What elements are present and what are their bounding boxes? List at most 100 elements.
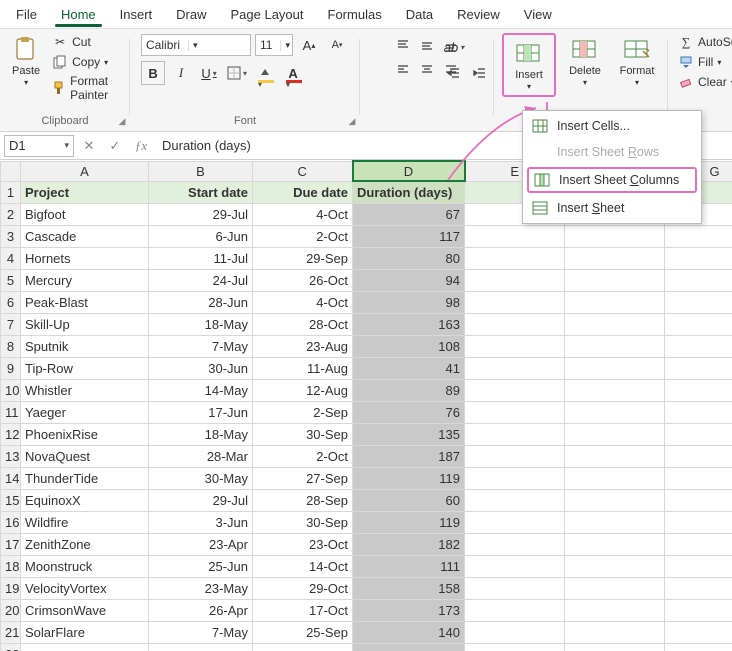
cell[interactable] (565, 577, 665, 599)
cell[interactable]: 140 (353, 621, 465, 643)
cell[interactable]: 119 (353, 467, 465, 489)
cell[interactable]: 23-Oct (253, 533, 353, 555)
cell[interactable]: 2-Oct (253, 445, 353, 467)
cell[interactable] (565, 511, 665, 533)
column-header-D[interactable]: D (353, 161, 465, 181)
cell[interactable]: 18-May (149, 423, 253, 445)
cell[interactable]: 4-Oct (253, 291, 353, 313)
cell[interactable]: 7-May (149, 335, 253, 357)
cell[interactable]: 117 (353, 225, 465, 247)
font-color-button[interactable]: A (281, 61, 305, 85)
cell[interactable]: 119 (353, 511, 465, 533)
cell[interactable] (665, 401, 732, 423)
menu-draw[interactable]: Draw (164, 3, 218, 26)
menu-data[interactable]: Data (394, 3, 445, 26)
cell[interactable] (565, 291, 665, 313)
cell[interactable]: VelocityVortex (21, 577, 149, 599)
cell[interactable]: Bigfoot (21, 203, 149, 225)
cell[interactable]: 135 (353, 423, 465, 445)
cell[interactable]: 27-Sep (253, 467, 353, 489)
cell[interactable]: 158 (353, 577, 465, 599)
cell[interactable]: 29-Jul (149, 203, 253, 225)
row-header[interactable]: 7 (1, 313, 21, 335)
name-box[interactable]: D1 ▾ (4, 135, 74, 157)
cell[interactable] (465, 335, 565, 357)
cell[interactable] (465, 467, 565, 489)
cell[interactable] (465, 291, 565, 313)
cell[interactable]: EquinoxX (21, 489, 149, 511)
cell[interactable] (565, 247, 665, 269)
cell[interactable]: Due date (253, 181, 353, 203)
cell[interactable]: 3-Jun (149, 511, 253, 533)
cell[interactable]: CrimsonWave (21, 599, 149, 621)
font-size-combo[interactable]: 11 ▾ (255, 34, 293, 56)
cell[interactable] (465, 423, 565, 445)
cancel-formula-button[interactable]: ✕ (78, 135, 100, 157)
cell[interactable]: Project (21, 181, 149, 203)
cell[interactable]: Moonstruck (21, 555, 149, 577)
bold-button[interactable]: B (141, 61, 165, 85)
row-header[interactable]: 10 (1, 379, 21, 401)
cell[interactable]: ThunderTide (21, 467, 149, 489)
cell[interactable]: 6-Jun (149, 225, 253, 247)
cell[interactable] (465, 225, 565, 247)
cell[interactable] (665, 247, 732, 269)
cell[interactable]: 23-May (149, 577, 253, 599)
cell[interactable] (665, 379, 732, 401)
cell[interactable] (465, 445, 565, 467)
cell[interactable] (665, 599, 732, 621)
cell[interactable]: 2-Oct (253, 225, 353, 247)
cell[interactable]: Skill-Up (21, 313, 149, 335)
row-header[interactable]: 17 (1, 533, 21, 555)
cell[interactable] (565, 357, 665, 379)
cell[interactable]: Yaeger (21, 401, 149, 423)
cell[interactable] (665, 511, 732, 533)
increase-font-button[interactable]: A▴ (297, 33, 321, 57)
cell[interactable]: 108 (353, 335, 465, 357)
cell[interactable]: NovaQuest (21, 445, 149, 467)
cell[interactable] (465, 489, 565, 511)
cell[interactable]: 14-May (149, 379, 253, 401)
cell[interactable] (565, 335, 665, 357)
cell[interactable] (465, 577, 565, 599)
row-header[interactable]: 8 (1, 335, 21, 357)
cell[interactable]: 26-Apr (149, 599, 253, 621)
cell[interactable] (665, 445, 732, 467)
cell[interactable]: 163 (353, 313, 465, 335)
cell[interactable]: 25-Jun (149, 555, 253, 577)
cell[interactable] (465, 269, 565, 291)
menu-review[interactable]: Review (445, 3, 512, 26)
cell[interactable]: 23-Aug (253, 335, 353, 357)
row-header[interactable]: 20 (1, 599, 21, 621)
cell[interactable]: Wildfire (21, 511, 149, 533)
fill-button[interactable]: Fill ▾ (676, 53, 732, 71)
cell[interactable]: 94 (353, 269, 465, 291)
menu-page-layout[interactable]: Page Layout (219, 3, 316, 26)
column-header-B[interactable]: B (149, 161, 253, 181)
cell[interactable]: 173 (353, 599, 465, 621)
cell[interactable]: Sputnik (21, 335, 149, 357)
cell[interactable] (465, 511, 565, 533)
font-name-combo[interactable]: Calibri ▾ (141, 34, 251, 56)
cell[interactable]: 7-May (149, 621, 253, 643)
cell[interactable]: 187 (353, 445, 465, 467)
cell[interactable]: 41 (353, 357, 465, 379)
cut-button[interactable]: ✂ Cut (50, 33, 122, 51)
cell[interactable]: 76 (353, 401, 465, 423)
cell[interactable] (665, 643, 732, 651)
cell[interactable]: 26-Oct (253, 269, 353, 291)
cell[interactable] (565, 225, 665, 247)
align-top-button[interactable] (391, 33, 415, 57)
fill-color-button[interactable] (253, 61, 277, 85)
cell[interactable] (565, 269, 665, 291)
cell[interactable] (665, 467, 732, 489)
cell[interactable] (465, 401, 565, 423)
row-header[interactable]: 5 (1, 269, 21, 291)
cell[interactable]: 24-Jul (149, 269, 253, 291)
cell[interactable] (465, 599, 565, 621)
cell[interactable] (465, 555, 565, 577)
cell[interactable] (565, 445, 665, 467)
row-header[interactable]: 4 (1, 247, 21, 269)
cell[interactable]: 89 (353, 379, 465, 401)
cell[interactable]: 30-Sep (253, 511, 353, 533)
